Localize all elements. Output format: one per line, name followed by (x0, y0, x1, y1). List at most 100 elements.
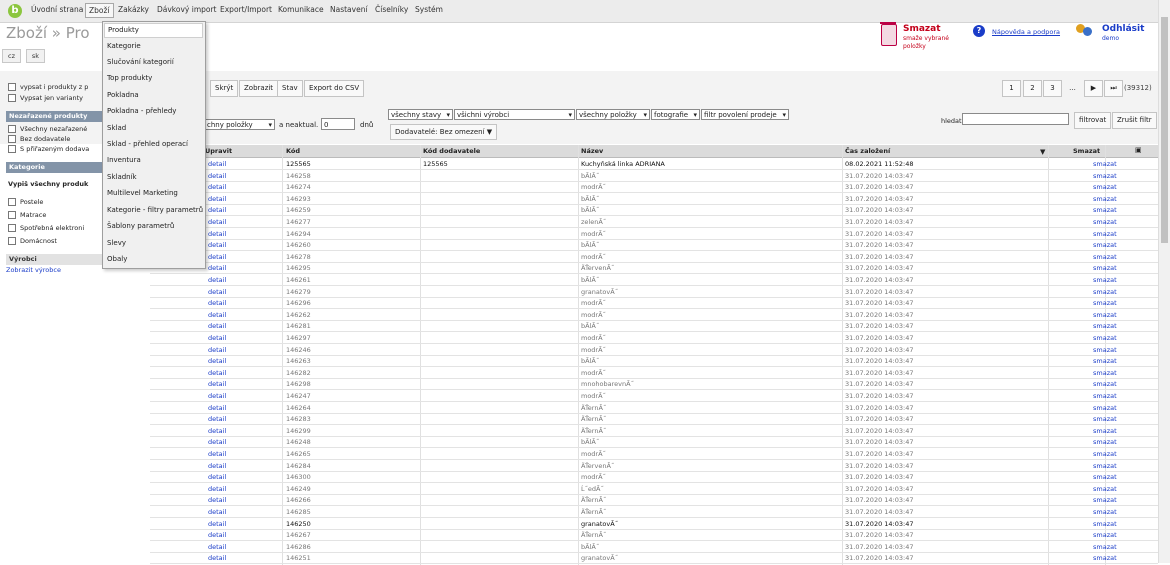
search-input[interactable] (962, 113, 1069, 125)
detail-link[interactable]: detail (208, 427, 226, 435)
detail-link[interactable]: detail (208, 357, 226, 365)
delete-link[interactable]: smazat (1093, 276, 1117, 284)
nav-home[interactable]: Úvodní strana (31, 5, 83, 14)
nav-komunikace[interactable]: Komunikace (278, 5, 324, 14)
menu-item-sklad[interactable]: Sklad (107, 124, 126, 132)
sort-arrow-icon[interactable]: ▼ (1040, 148, 1045, 156)
category-domacnost[interactable]: Domácnost (8, 237, 57, 245)
detail-link[interactable]: detail (208, 346, 226, 354)
delete-selected-button[interactable]: Smazat smaže vybrané položky (879, 22, 969, 52)
checkbox-icon[interactable] (8, 198, 16, 206)
include-products-option[interactable]: vypsat i produkty z p (8, 83, 88, 91)
menu-item-slucovani-kategorii[interactable]: Slučování kategorií (107, 58, 174, 66)
checkbox-icon[interactable] (8, 125, 16, 133)
delete-link[interactable]: smazat (1093, 322, 1117, 330)
detail-link[interactable]: detail (208, 380, 226, 388)
delete-link[interactable]: smazat (1093, 415, 1117, 423)
detail-link[interactable]: detail (208, 288, 226, 296)
menu-item-sablony[interactable]: Šablony parametrů (107, 222, 174, 230)
menu-item-produkty[interactable]: Produkty (104, 23, 203, 38)
nav-zbozi[interactable]: Zboží (85, 3, 114, 18)
detail-link[interactable]: detail (208, 218, 226, 226)
columns-icon[interactable]: ▣ (1135, 146, 1142, 154)
col-cas-zalozeni[interactable]: Čas založení (845, 147, 890, 155)
menu-item-pokladna-prehledy[interactable]: Pokladna - přehledy (107, 107, 176, 115)
nav-export-import[interactable]: Export/Import (220, 5, 272, 14)
detail-link[interactable]: detail (208, 311, 226, 319)
detail-link[interactable]: detail (208, 404, 226, 412)
checkbox-icon[interactable] (8, 237, 16, 245)
unassigned-all[interactable]: Všechny nezařazené (8, 125, 87, 133)
checkbox-icon[interactable] (8, 211, 16, 219)
delete-link[interactable]: smazat (1093, 288, 1117, 296)
detail-link[interactable]: detail (208, 253, 226, 261)
category-elektronika[interactable]: Spotřebná elektroni (8, 224, 84, 232)
nav-zakazky[interactable]: Zakázky (118, 5, 149, 14)
delete-link[interactable]: smazat (1093, 299, 1117, 307)
detail-link[interactable]: detail (208, 172, 226, 180)
page-1-button[interactable]: 1 (1002, 80, 1021, 97)
checkbox-icon[interactable] (8, 94, 16, 102)
menu-item-obaly[interactable]: Obaly (107, 255, 127, 263)
delete-link[interactable]: smazat (1093, 531, 1117, 539)
checkbox-icon[interactable] (8, 135, 16, 143)
delete-link[interactable]: smazat (1093, 473, 1117, 481)
detail-link[interactable]: detail (208, 496, 226, 504)
status-button[interactable]: Stav (277, 80, 303, 97)
detail-link[interactable]: detail (208, 554, 226, 562)
checkbox-icon[interactable] (8, 224, 16, 232)
lang-cz-button[interactable]: cz (2, 49, 21, 63)
detail-link[interactable]: detail (208, 334, 226, 342)
col-nazev[interactable]: Název (581, 147, 603, 155)
detail-link[interactable]: detail (208, 473, 226, 481)
lang-sk-button[interactable]: sk (26, 49, 45, 63)
delete-link[interactable]: smazat (1093, 508, 1117, 516)
delete-link[interactable]: smazat (1093, 392, 1117, 400)
last-page-icon[interactable]: ⏭ (1104, 80, 1123, 97)
delete-link[interactable]: smazat (1093, 485, 1117, 493)
menu-item-top-produkty[interactable]: Top produkty (107, 74, 152, 82)
delete-link[interactable]: smazat (1093, 438, 1117, 446)
supplier-filter-button[interactable]: Dodavatelé: Bez omezení ▼ (390, 124, 498, 140)
detail-link[interactable]: detail (208, 299, 226, 307)
variants-only-option[interactable]: Vypsat jen varianty (8, 94, 83, 102)
delete-link[interactable]: smazat (1093, 195, 1117, 203)
detail-link[interactable]: detail (208, 160, 226, 168)
nav-ciselniky[interactable]: Číselníky (375, 5, 408, 14)
sale-filter-select[interactable]: filtr povolení prodeje (701, 109, 789, 120)
delete-link[interactable]: smazat (1093, 427, 1117, 435)
detail-link[interactable]: detail (208, 206, 226, 214)
detail-link[interactable]: detail (208, 369, 226, 377)
delete-link[interactable]: smazat (1093, 172, 1117, 180)
category-matrace[interactable]: Matrace (8, 211, 46, 219)
detail-link[interactable]: detail (208, 508, 226, 516)
detail-link[interactable]: detail (208, 520, 226, 528)
delete-link[interactable]: smazat (1093, 554, 1117, 562)
delete-link[interactable]: smazat (1093, 264, 1117, 272)
detail-link[interactable]: detail (208, 264, 226, 272)
col-kod-dodavatele[interactable]: Kód dodavatele (423, 147, 480, 155)
col-smazat[interactable]: Smazat (1073, 147, 1100, 155)
detail-link[interactable]: detail (208, 485, 226, 493)
delete-link[interactable]: smazat (1093, 230, 1117, 238)
checkbox-icon[interactable] (8, 145, 16, 153)
category-postele[interactable]: Postele (8, 198, 43, 206)
detail-link[interactable]: detail (208, 392, 226, 400)
manufacturer-filter-select[interactable]: všichni výrobci (454, 109, 575, 120)
delete-link[interactable]: smazat (1093, 520, 1117, 528)
app-logo[interactable]: b (8, 4, 22, 18)
status-filter-select[interactable]: všechny stavy (388, 109, 453, 120)
delete-link[interactable]: smazat (1093, 496, 1117, 504)
col-kod[interactable]: Kód (286, 147, 300, 155)
col-upravit[interactable]: Upravit (205, 147, 232, 155)
detail-link[interactable]: detail (208, 531, 226, 539)
show-button[interactable]: Zobrazit (239, 80, 279, 97)
nav-nastaveni[interactable]: Nastavení (330, 5, 368, 14)
detail-link[interactable]: detail (208, 276, 226, 284)
menu-item-kategorie-filtry[interactable]: Kategorie - filtry parametrů (107, 206, 203, 214)
delete-link[interactable]: smazat (1093, 334, 1117, 342)
delete-link[interactable]: smazat (1093, 380, 1117, 388)
detail-link[interactable]: detail (208, 230, 226, 238)
delete-link[interactable]: smazat (1093, 218, 1117, 226)
delete-link[interactable]: smazat (1093, 253, 1117, 261)
